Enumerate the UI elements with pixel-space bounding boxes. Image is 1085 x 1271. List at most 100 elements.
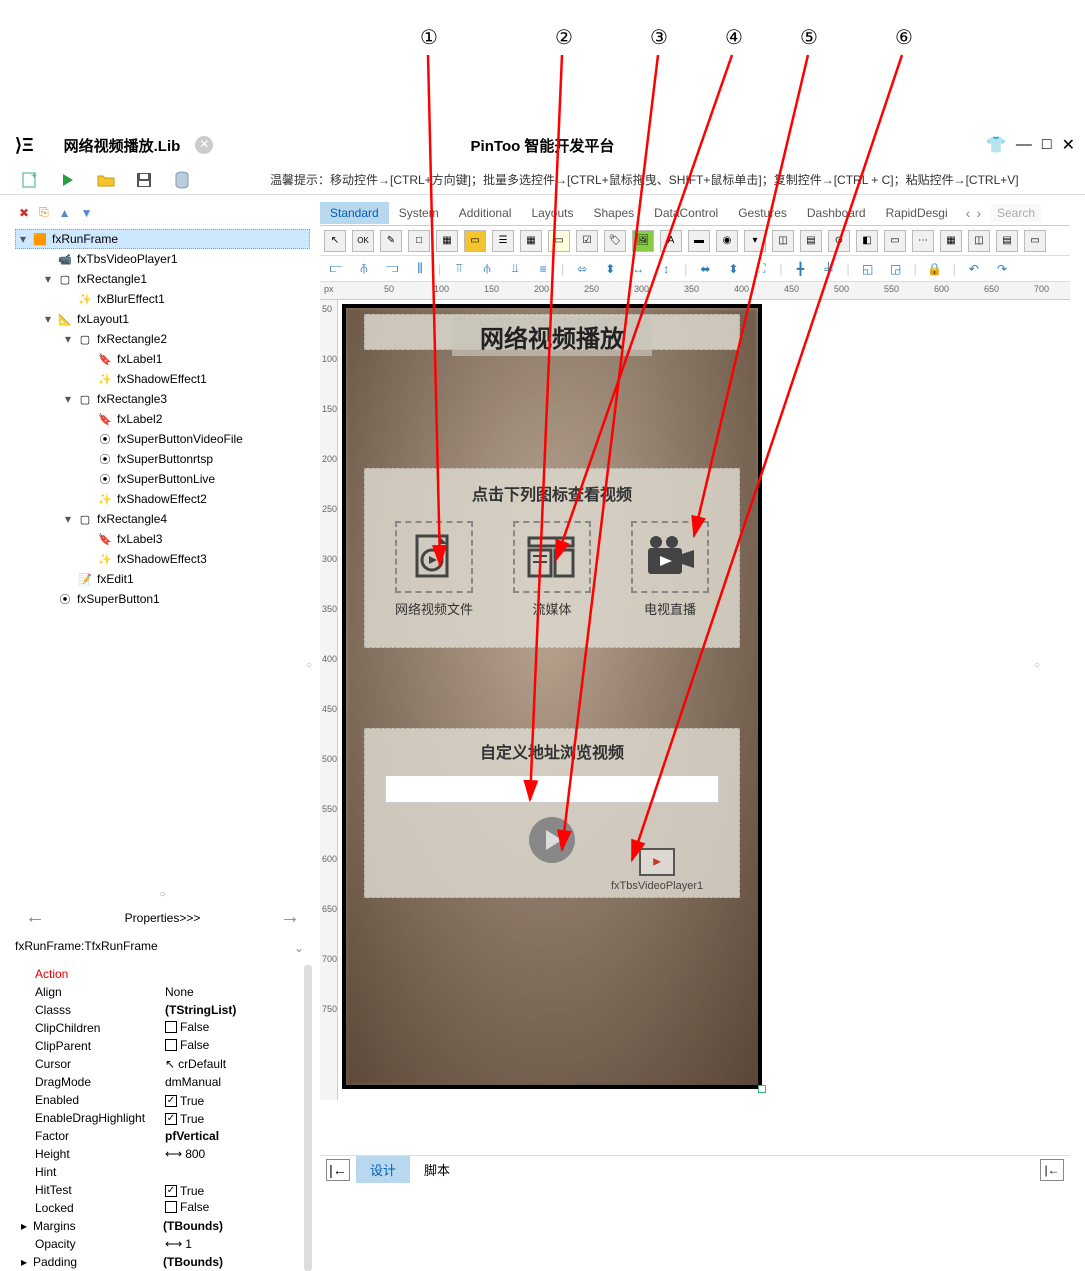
tree-item-fxRectangle2[interactable]: ▾▢fxRectangle2 (15, 329, 310, 349)
prop-Cursor[interactable]: Cursor↖crDefault (35, 1055, 310, 1073)
tree-item-fxLayout1[interactable]: ▾📐fxLayout1 (15, 309, 310, 329)
tab-shapes[interactable]: Shapes (583, 202, 644, 224)
tree-up-icon[interactable]: ▲ (59, 206, 71, 220)
prop-dropdown-icon[interactable]: ⌄ (294, 941, 304, 955)
streaming-button[interactable]: 流媒体 (497, 521, 607, 618)
database-icon[interactable] (172, 170, 192, 190)
prop-Action[interactable]: Action (35, 965, 310, 983)
palette-cursor-icon[interactable]: ↖ (324, 230, 346, 252)
palette-brush-icon[interactable]: ✎ (380, 230, 402, 252)
palette-window-icon[interactable]: ◫ (772, 230, 794, 252)
tree-item-fxBlurEffect1[interactable]: ✨fxBlurEffect1 (15, 289, 310, 309)
prop-Locked[interactable]: LockedFalse (35, 1199, 310, 1217)
distribute-v-icon[interactable]: ⬍ (600, 260, 620, 278)
size-w-icon[interactable]: ⬌ (695, 260, 715, 278)
tab-next-icon[interactable]: › (976, 205, 981, 221)
prop-Height[interactable]: Height⟷800 (35, 1145, 310, 1163)
palette-text-icon[interactable]: A (660, 230, 682, 252)
live-tv-button[interactable]: 电视直播 (615, 521, 725, 618)
design-tab[interactable]: 设计 (356, 1156, 410, 1183)
size-both-icon[interactable]: ⛶ (751, 260, 771, 278)
back-icon[interactable]: |← (326, 1159, 350, 1181)
search-input[interactable]: Search (991, 204, 1041, 222)
panel-resize-handle[interactable]: ○ (15, 889, 310, 900)
prop-forward-icon[interactable]: → (280, 906, 300, 929)
tab-datacontrol[interactable]: DataControl (644, 202, 728, 224)
maximize-button[interactable]: □ (1042, 136, 1052, 154)
space-v-icon[interactable]: ↕ (656, 260, 676, 278)
prop-Margins[interactable]: ▸Margins(TBounds) (35, 1217, 310, 1235)
tree-item-fxEdit1[interactable]: 📝fxEdit1 (15, 569, 310, 589)
palette-progress-icon[interactable]: ▬ (688, 230, 710, 252)
bring-front-icon[interactable]: ◱ (858, 260, 878, 278)
canvas-left-handle[interactable]: ○ (306, 660, 312, 671)
palette-more4-icon[interactable]: ▤ (996, 230, 1018, 252)
prop-ClipChildren[interactable]: ClipChildrenFalse (35, 1019, 310, 1037)
palette-panel-icon[interactable]: ▭ (464, 230, 486, 252)
tree-item-fxRectangle4[interactable]: ▾▢fxRectangle4 (15, 509, 310, 529)
prop-Align[interactable]: AlignNone (35, 983, 310, 1001)
tree-item-fxRectangle3[interactable]: ▾▢fxRectangle3 (15, 389, 310, 409)
tab-rapiddesgi[interactable]: RapidDesgi (876, 202, 958, 224)
palette-grid-icon[interactable]: ▦ (520, 230, 542, 252)
tab-dashboard[interactable]: Dashboard (797, 202, 876, 224)
tab-prev-icon[interactable]: ‹ (966, 205, 971, 221)
close-button[interactable]: ✕ (1062, 135, 1075, 155)
tab-system[interactable]: System (389, 202, 449, 224)
palette-list-icon[interactable]: ☰ (492, 230, 514, 252)
palette-more5-icon[interactable]: ▭ (1024, 230, 1046, 252)
tree-item-fxLabel1[interactable]: 🔖fxLabel1 (15, 349, 310, 369)
palette-rect-icon[interactable]: ▭ (548, 230, 570, 252)
close-tab-icon[interactable]: ✕ (195, 136, 213, 154)
tree-copy-icon[interactable]: ⎘ (39, 205, 49, 220)
redo-icon[interactable]: ↷ (992, 260, 1012, 278)
prop-HitTest[interactable]: HitTest✓True (35, 1181, 310, 1199)
tree-item-fxShadowEffect2[interactable]: ✨fxShadowEffect2 (15, 489, 310, 509)
palette-combo-icon[interactable]: ▾ (744, 230, 766, 252)
distribute-h-icon[interactable]: ⬄ (572, 260, 592, 278)
canvas-side-handle[interactable]: ○ (1034, 660, 1040, 671)
tree-item-fxSuperButtonrtsp[interactable]: ⦿fxSuperButtonrtsp (15, 449, 310, 469)
tree-item-fxSuperButton1[interactable]: ⦿fxSuperButton1 (15, 589, 310, 609)
align-center-h-icon[interactable]: ⫚ (354, 260, 374, 278)
minimize-button[interactable]: — (1016, 136, 1032, 154)
video-player-placeholder[interactable]: fxTbsVideoPlayer1 (611, 848, 703, 892)
palette-tabs-icon[interactable]: ▤ (800, 230, 822, 252)
new-file-icon[interactable]: + (20, 170, 40, 190)
tree-item-fxSuperButtonLive[interactable]: ⦿fxSuperButtonLive (15, 469, 310, 489)
icons-card[interactable]: 点击下列图标查看视频 网络视频文件 流媒体 电视直播 (364, 468, 740, 648)
prop-ClipParent[interactable]: ClipParentFalse (35, 1037, 310, 1055)
play-button[interactable] (529, 817, 575, 863)
palette-ok-icon[interactable]: OK (352, 230, 374, 252)
title-card[interactable]: 网络视频播放 (364, 314, 740, 350)
open-folder-icon[interactable] (96, 170, 116, 190)
url-input[interactable] (385, 775, 719, 803)
tree-item-fxShadowEffect3[interactable]: ✨fxShadowEffect3 (15, 549, 310, 569)
prop-Factor[interactable]: FactorpfVertical (35, 1127, 310, 1145)
prop-back-icon[interactable]: ← (25, 906, 45, 929)
size-h-icon[interactable]: ⬍ (723, 260, 743, 278)
palette-check-icon[interactable]: ☑ (576, 230, 598, 252)
tree-add-icon[interactable]: ✖ (19, 206, 29, 220)
prop-Padding[interactable]: ▸Padding(TBounds) (35, 1253, 310, 1271)
center-h-icon[interactable]: ╋ (791, 260, 811, 278)
align-bars-icon[interactable]: ⫼ (410, 260, 430, 278)
undo-icon[interactable]: ↶ (964, 260, 984, 278)
tree-item-fxSuperButtonVideoFile[interactable]: ⦿fxSuperButtonVideoFile (15, 429, 310, 449)
prop-EnableDragHighlight[interactable]: EnableDragHighlight✓True (35, 1109, 310, 1127)
prop-Enabled[interactable]: Enabled✓True (35, 1091, 310, 1109)
tree-item-fxRunFrame[interactable]: ▾🟧fxRunFrame (15, 229, 310, 249)
palette-group-icon[interactable]: ▦ (436, 230, 458, 252)
tab-additional[interactable]: Additional (449, 202, 522, 224)
palette-layers-icon[interactable]: ◧ (856, 230, 878, 252)
palette-radio-icon[interactable]: ◉ (716, 230, 738, 252)
prop-Opacity[interactable]: Opacity⟷1 (35, 1235, 310, 1253)
script-tab[interactable]: 脚本 (410, 1156, 464, 1183)
palette-tag-icon[interactable]: 🏷 (604, 230, 626, 252)
align-rows-icon[interactable]: ≡ (533, 260, 553, 278)
palette-square-icon[interactable]: □ (408, 230, 430, 252)
palette-toggle-icon[interactable]: ⊙ (828, 230, 850, 252)
design-canvas[interactable]: 网络视频播放 点击下列图标查看视频 网络视频文件 流媒体 电视直播 (342, 304, 762, 1089)
align-top-icon[interactable]: ⫪ (449, 260, 469, 278)
palette-more2-icon[interactable]: ▦ (940, 230, 962, 252)
